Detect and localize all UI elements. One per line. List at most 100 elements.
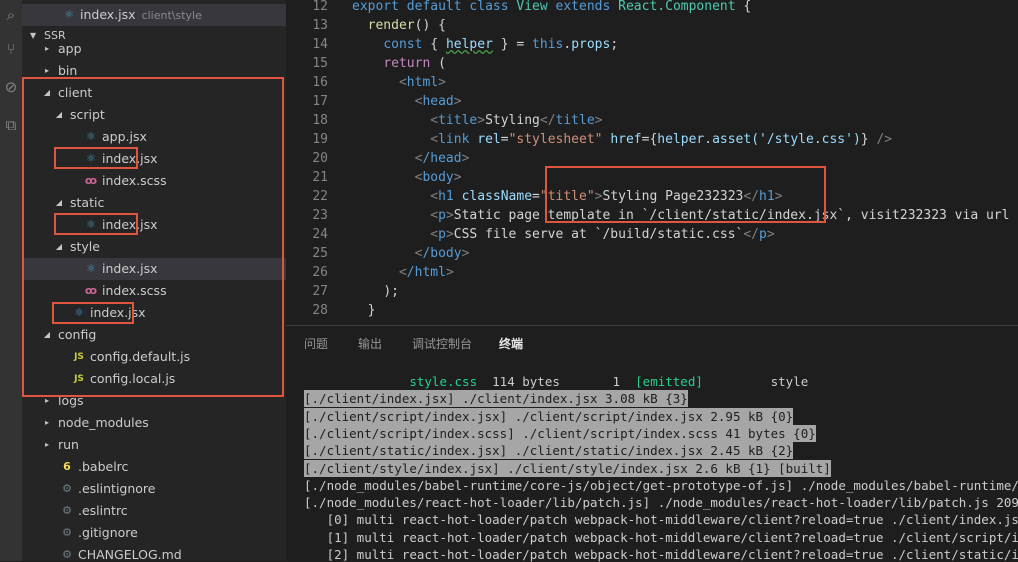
tree-item-label: script <box>70 107 105 122</box>
code-line: 23 <p>Static page template in `/client/s… <box>312 208 1018 223</box>
file-item[interactable]: ꝏ index.scss <box>22 170 286 192</box>
chevron-down-icon: ◢ <box>55 110 63 119</box>
file-item[interactable]: ⚛ index.jsx <box>22 148 286 170</box>
javascript-icon: JS <box>74 352 84 362</box>
terminal-line: [2] multi react-hot-loader/patch webpack… <box>304 547 1018 562</box>
tab-output[interactable]: 输出 <box>358 334 382 354</box>
tree-item-label: app.jsx <box>102 129 147 144</box>
javascript-icon: JS <box>74 374 84 384</box>
extensions-icon[interactable]: ⧉ <box>2 116 20 134</box>
file-item[interactable]: JS config.default.js <box>22 346 286 368</box>
file-item[interactable]: ⚙ CHANGELOG.md <box>22 544 286 561</box>
code-line: 17 <head> <box>312 94 462 109</box>
babel-icon: 6 <box>63 460 71 473</box>
sass-icon: ꝏ <box>84 174 98 187</box>
code-line: 20 </head> <box>312 151 470 166</box>
folder-item[interactable]: ◢ client <box>22 82 286 104</box>
folder-item[interactable]: ◢ script <box>22 104 286 126</box>
tab-terminal[interactable]: 终端 <box>499 334 523 354</box>
gear-icon: ⚙ <box>62 504 72 517</box>
tree-item-label: .eslintrc <box>78 503 128 518</box>
tree-item-label: index.jsx <box>102 261 158 276</box>
tree-item-label: index.scss <box>102 173 167 188</box>
chevron-right-icon: ▸ <box>44 396 49 405</box>
chevron-down-icon: ◢ <box>55 198 63 207</box>
file-item[interactable]: ⚙ .eslintrc <box>22 500 286 522</box>
tab-problems[interactable]: 问题 <box>304 334 328 354</box>
chevron-right-icon: ▸ <box>44 418 49 427</box>
terminal-line: [./client/index.jsx] ./client/index.jsx … <box>304 390 688 408</box>
tree-item-label: .gitignore <box>78 525 138 540</box>
file-item[interactable]: ⚛ index.jsx <box>22 214 286 236</box>
terminal-line: [1] multi react-hot-loader/patch webpack… <box>304 529 1018 545</box>
react-icon: ⚛ <box>86 130 96 143</box>
code-line: 22 <h1 className="title">Styling Page232… <box>312 189 783 204</box>
folder-item[interactable]: ▸ app <box>22 38 286 60</box>
code-line: 24 <p>CSS file serve at `/build/static.c… <box>312 227 775 242</box>
chevron-right-icon: ▸ <box>44 44 49 53</box>
source-control-icon[interactable]: ⑂ <box>2 40 20 58</box>
chevron-down-icon: ◢ <box>43 88 51 97</box>
code-line: 12 export default class View extends Reac… <box>312 0 752 14</box>
terminal-line: [./client/script/index.jsx] ./client/scr… <box>304 407 794 425</box>
code-line: 13 render() { <box>312 18 446 33</box>
code-line: 21 <body> <box>312 170 462 185</box>
tree-item-label: index.jsx <box>102 217 158 232</box>
tree-item-label: config.default.js <box>90 349 191 364</box>
file-item[interactable]: JS config.local.js <box>22 368 286 390</box>
tree-item-label: .babelrc <box>78 459 129 474</box>
file-item[interactable]: ꝏ index.scss <box>22 280 286 302</box>
react-icon: ⚛ <box>86 262 96 275</box>
tree-item-label: index.jsx <box>90 305 146 320</box>
code-line: 25 </body> <box>312 246 470 261</box>
code-line: 18 <title>Styling</title> <box>312 113 603 128</box>
tree-item-label: app <box>58 41 82 56</box>
file-item[interactable]: ⚙ .eslintignore <box>22 478 286 500</box>
tree-item-label: client <box>58 85 93 100</box>
folder-item[interactable]: ◢ config <box>22 324 286 346</box>
search-icon[interactable]: ⌕ <box>2 6 20 24</box>
code-line: 15 return ( <box>312 56 446 71</box>
sass-icon: ꝏ <box>84 284 98 297</box>
terminal-line: [0] multi react-hot-loader/patch webpack… <box>304 512 1018 528</box>
terminal-line: [./client/static/index.jsx] ./client/sta… <box>304 442 794 460</box>
gear-icon: ⚙ <box>62 526 72 539</box>
folder-item[interactable]: ◢ static <box>22 192 286 214</box>
chevron-right-icon: ▸ <box>44 440 49 449</box>
folder-item[interactable]: ▸ bin <box>22 60 286 82</box>
tree-item-label: run <box>58 437 79 452</box>
tree-item-label: config.local.js <box>90 371 176 386</box>
folder-item[interactable]: ▸ node_modules <box>22 412 286 434</box>
folder-item[interactable]: ▸ logs <box>22 390 286 412</box>
code-editor[interactable]: 12 export default class View extends Reac… <box>286 0 1018 325</box>
bottom-panel: 问题 输出 调试控制台 终端 style.css 114 bytes 1 [em… <box>286 325 1018 562</box>
file-item[interactable]: ⚛ index.jsx <box>22 258 286 280</box>
chevron-down-icon: ◢ <box>55 242 63 251</box>
chevron-right-icon: ▸ <box>44 66 49 75</box>
file-item[interactable]: 6 .babelrc <box>22 456 286 478</box>
folder-item[interactable]: ◢ style <box>22 236 286 258</box>
code-line: 27 ); <box>312 284 399 299</box>
terminal-line: [./client/style/index.jsx] ./client/styl… <box>304 459 831 477</box>
tree-item-label: bin <box>58 63 78 78</box>
open-editor-item[interactable]: ⚛ index.jsx client\style <box>22 4 286 26</box>
tree-item-label: logs <box>58 393 84 408</box>
tab-debug-console[interactable]: 调试控制台 <box>412 334 472 354</box>
open-editor-filename: index.jsx <box>80 7 136 22</box>
gear-icon: ⚙ <box>62 482 72 495</box>
folder-item[interactable]: ▸ run <box>22 434 286 456</box>
terminal-line: [./node_modules/babel-runtime/core-js/ob… <box>304 477 1018 493</box>
explorer-sidebar: ⚛ index.jsx client\style ▼ SSR ▸ app ▸ bin ◢ c… <box>22 0 286 561</box>
debug-icon[interactable]: ⊘ <box>2 78 20 96</box>
tree-item-label: style <box>70 239 100 254</box>
code-line: 14 const { helper } = this.props; <box>312 37 619 52</box>
code-line: 28 } <box>312 303 376 318</box>
chevron-down-icon: ◢ <box>43 330 51 339</box>
file-item[interactable]: ⚙ .gitignore <box>22 522 286 544</box>
tree-item-label: config <box>58 327 97 342</box>
file-item[interactable]: ⚛ app.jsx <box>22 126 286 148</box>
code-line: 19 <link rel="stylesheet" href={helper.a… <box>312 132 893 147</box>
terminal-line: [./client/script/index.scss] ./client/sc… <box>304 424 816 442</box>
file-item[interactable]: ⚛ index.jsx <box>22 302 286 324</box>
terminal-line: style.css 114 bytes 1 [emitted] style <box>409 374 809 389</box>
